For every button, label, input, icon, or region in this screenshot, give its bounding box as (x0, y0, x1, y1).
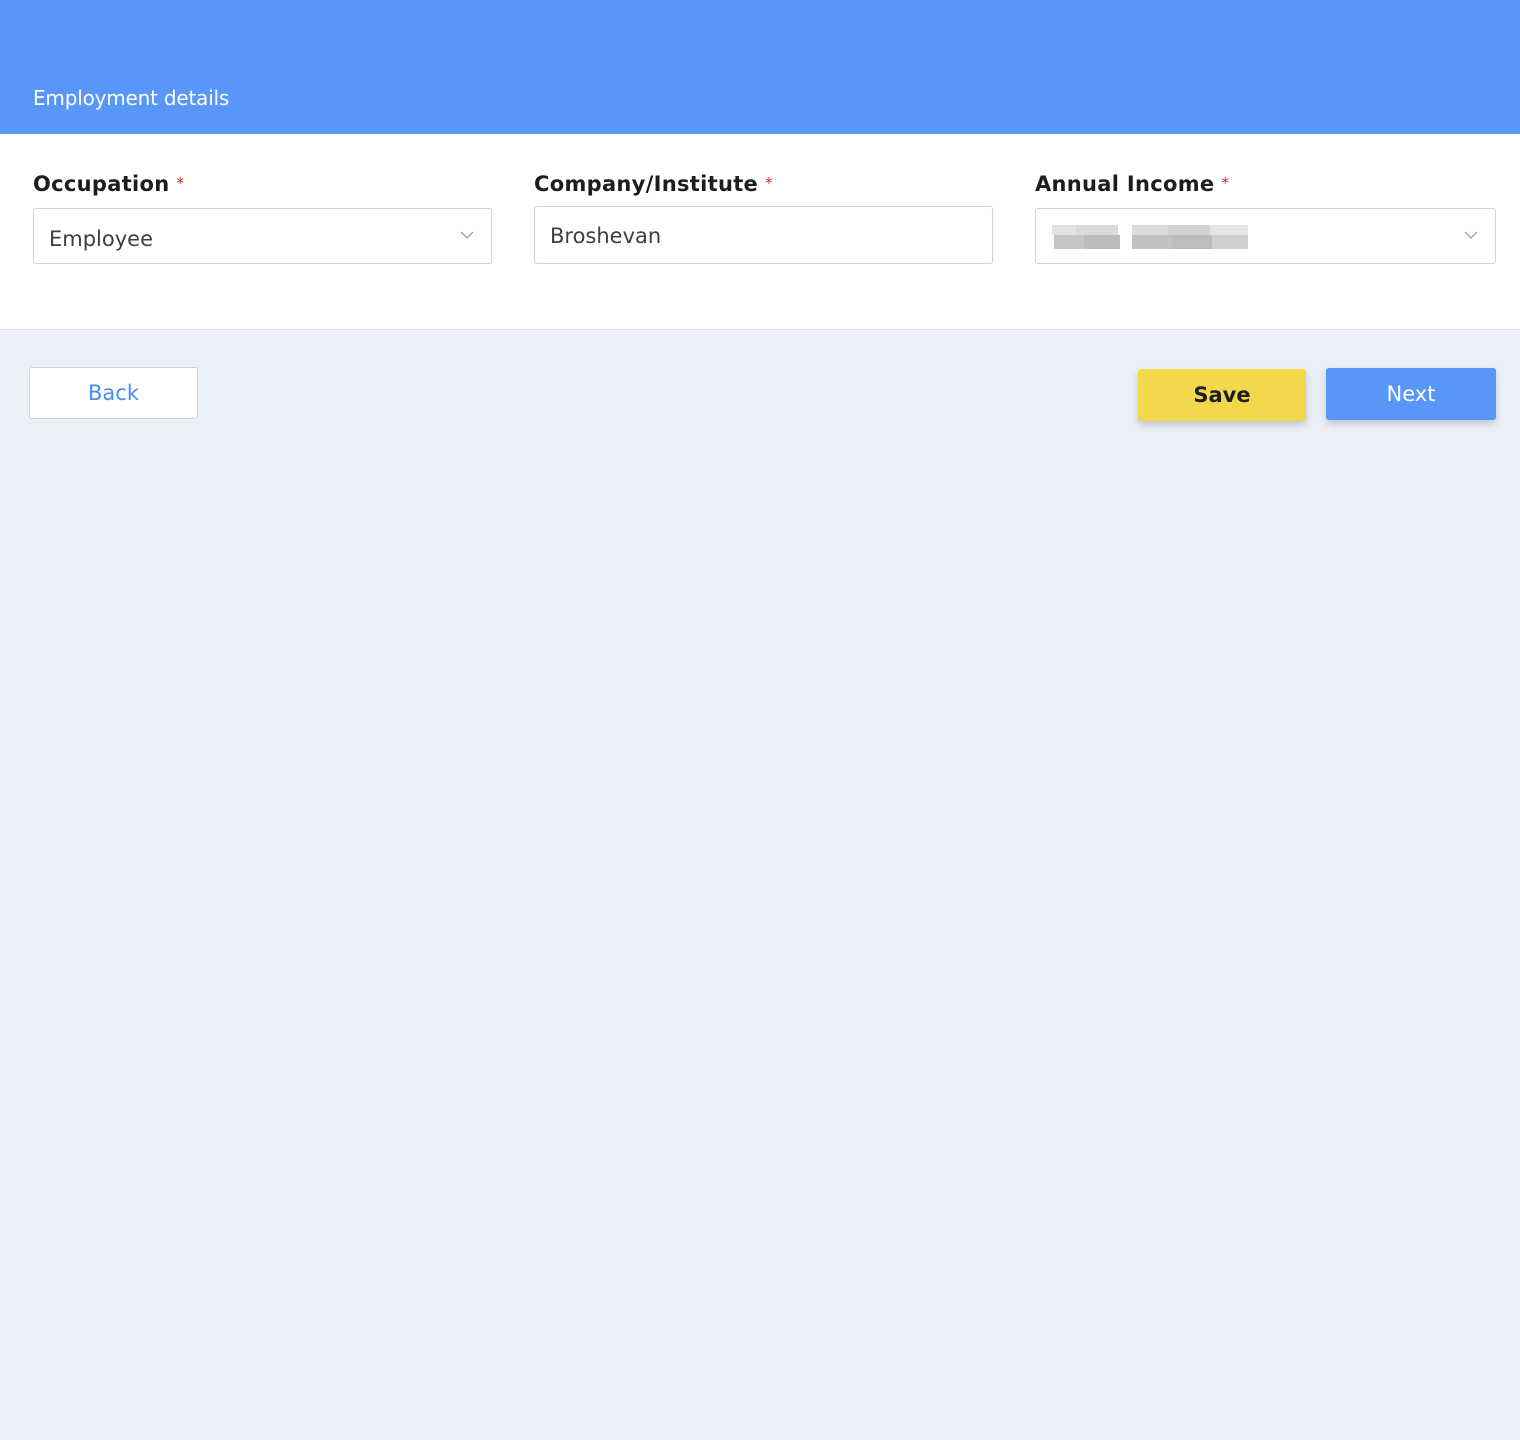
page-title: Employment details (33, 86, 230, 110)
required-asterisk: * (765, 174, 773, 192)
next-button[interactable]: Next (1326, 368, 1496, 420)
annual-income-label: Annual Income * (1035, 170, 1229, 200)
employment-form: Occupation * Employee Company/Institute * … (0, 134, 1520, 330)
page-header: Employment details (0, 0, 1520, 134)
chevron-down-icon (460, 231, 474, 239)
company-value: Broshevan (550, 224, 662, 248)
redacted-value (1052, 225, 1248, 249)
back-button[interactable]: Back (29, 367, 198, 419)
occupation-label-text: Occupation (33, 172, 170, 196)
company-input[interactable]: Broshevan (534, 206, 993, 264)
occupation-value: Employee (49, 227, 154, 251)
annual-income-select[interactable] (1035, 208, 1496, 264)
company-label-text: Company/Institute (534, 172, 759, 196)
required-asterisk: * (176, 174, 185, 192)
company-label: Company/Institute * (534, 170, 773, 200)
annual-income-label-text: Annual Income (1035, 172, 1215, 196)
chevron-down-icon (1464, 231, 1478, 239)
occupation-label: Occupation * (33, 170, 184, 200)
save-button[interactable]: Save (1138, 369, 1306, 421)
required-asterisk: * (1221, 174, 1230, 192)
occupation-select[interactable]: Employee (33, 208, 492, 264)
